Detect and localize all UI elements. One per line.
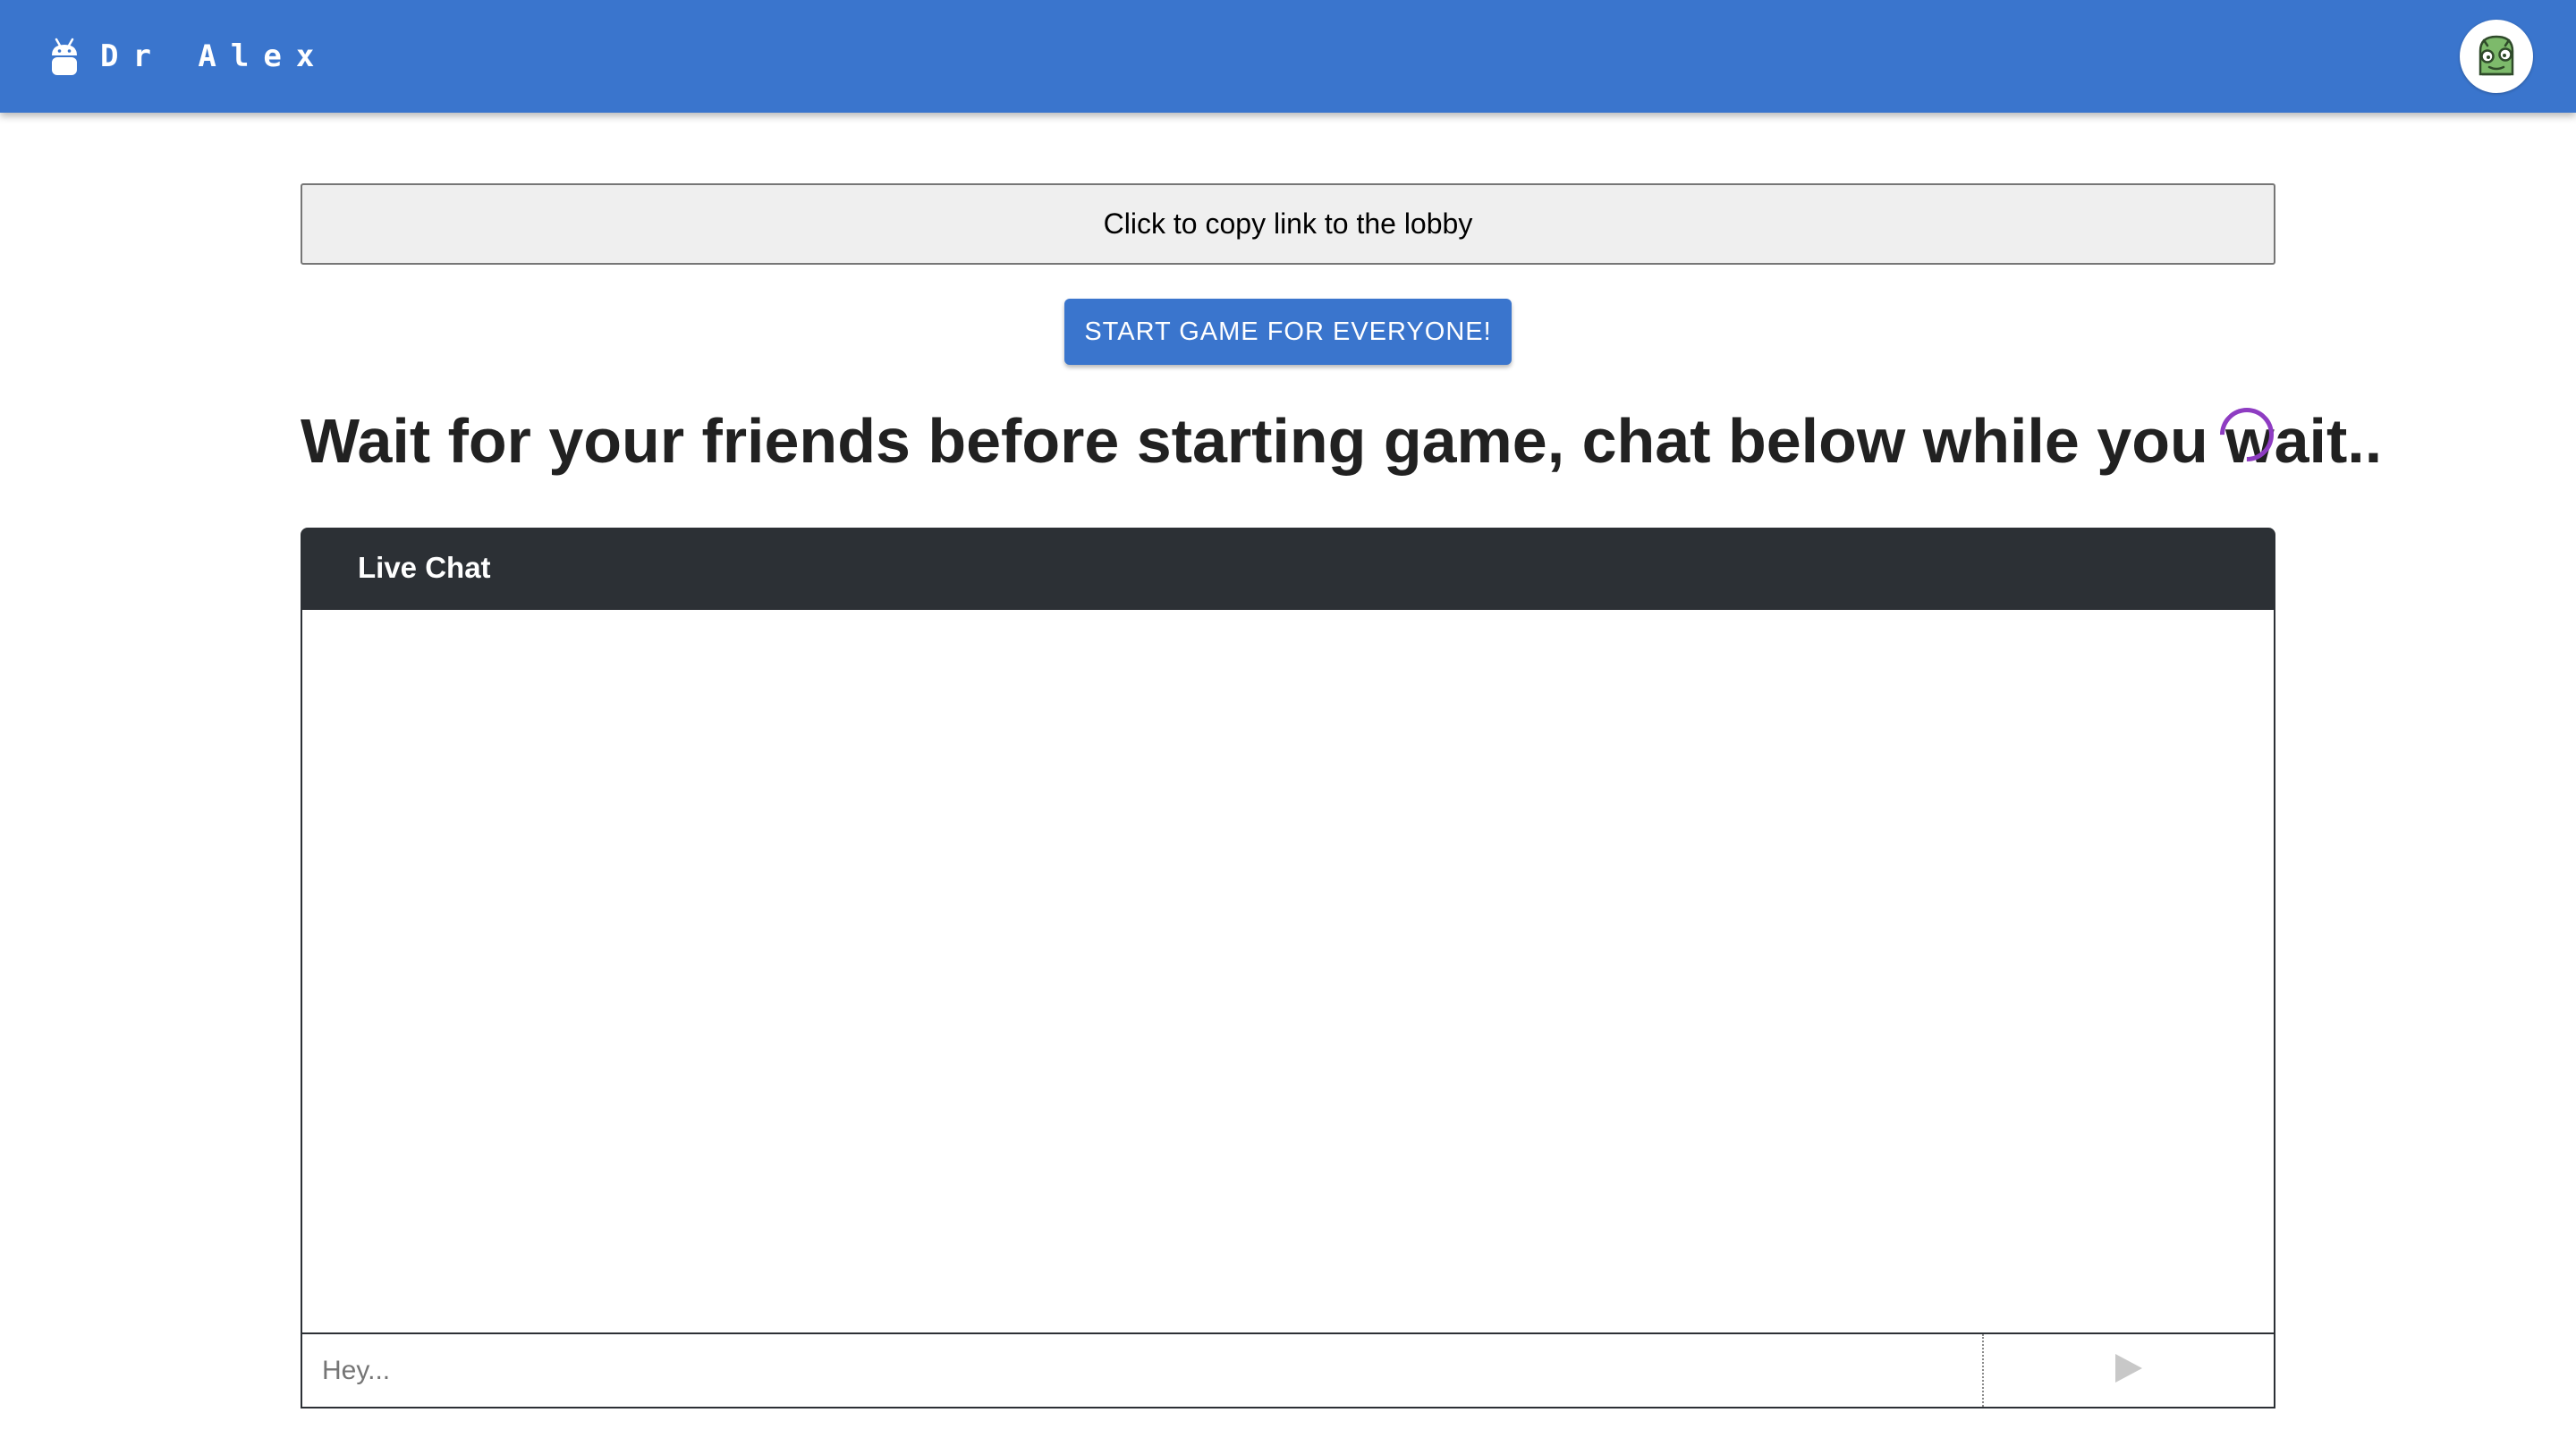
app-bar: Dr Alex (0, 0, 2576, 113)
app-title[interactable]: Dr Alex (100, 36, 328, 77)
user-avatar[interactable] (2460, 20, 2533, 93)
chat-message-list[interactable] (301, 608, 2275, 1334)
copy-lobby-link-button[interactable]: Click to copy link to the lobby (301, 183, 2275, 265)
android-robot-icon (50, 34, 79, 79)
chat-title: Live Chat (358, 551, 491, 584)
chat-message-input[interactable] (302, 1334, 1984, 1407)
start-game-button[interactable]: START GAME FOR EVERYONE! (1064, 299, 1512, 365)
chat-header: Live Chat (301, 528, 2275, 608)
send-triangle-icon (2113, 1352, 2145, 1389)
chat-compose-bar (301, 1332, 2275, 1408)
wait-heading: Wait for your friends before starting ga… (301, 406, 2383, 476)
send-message-button[interactable] (1984, 1334, 2274, 1407)
